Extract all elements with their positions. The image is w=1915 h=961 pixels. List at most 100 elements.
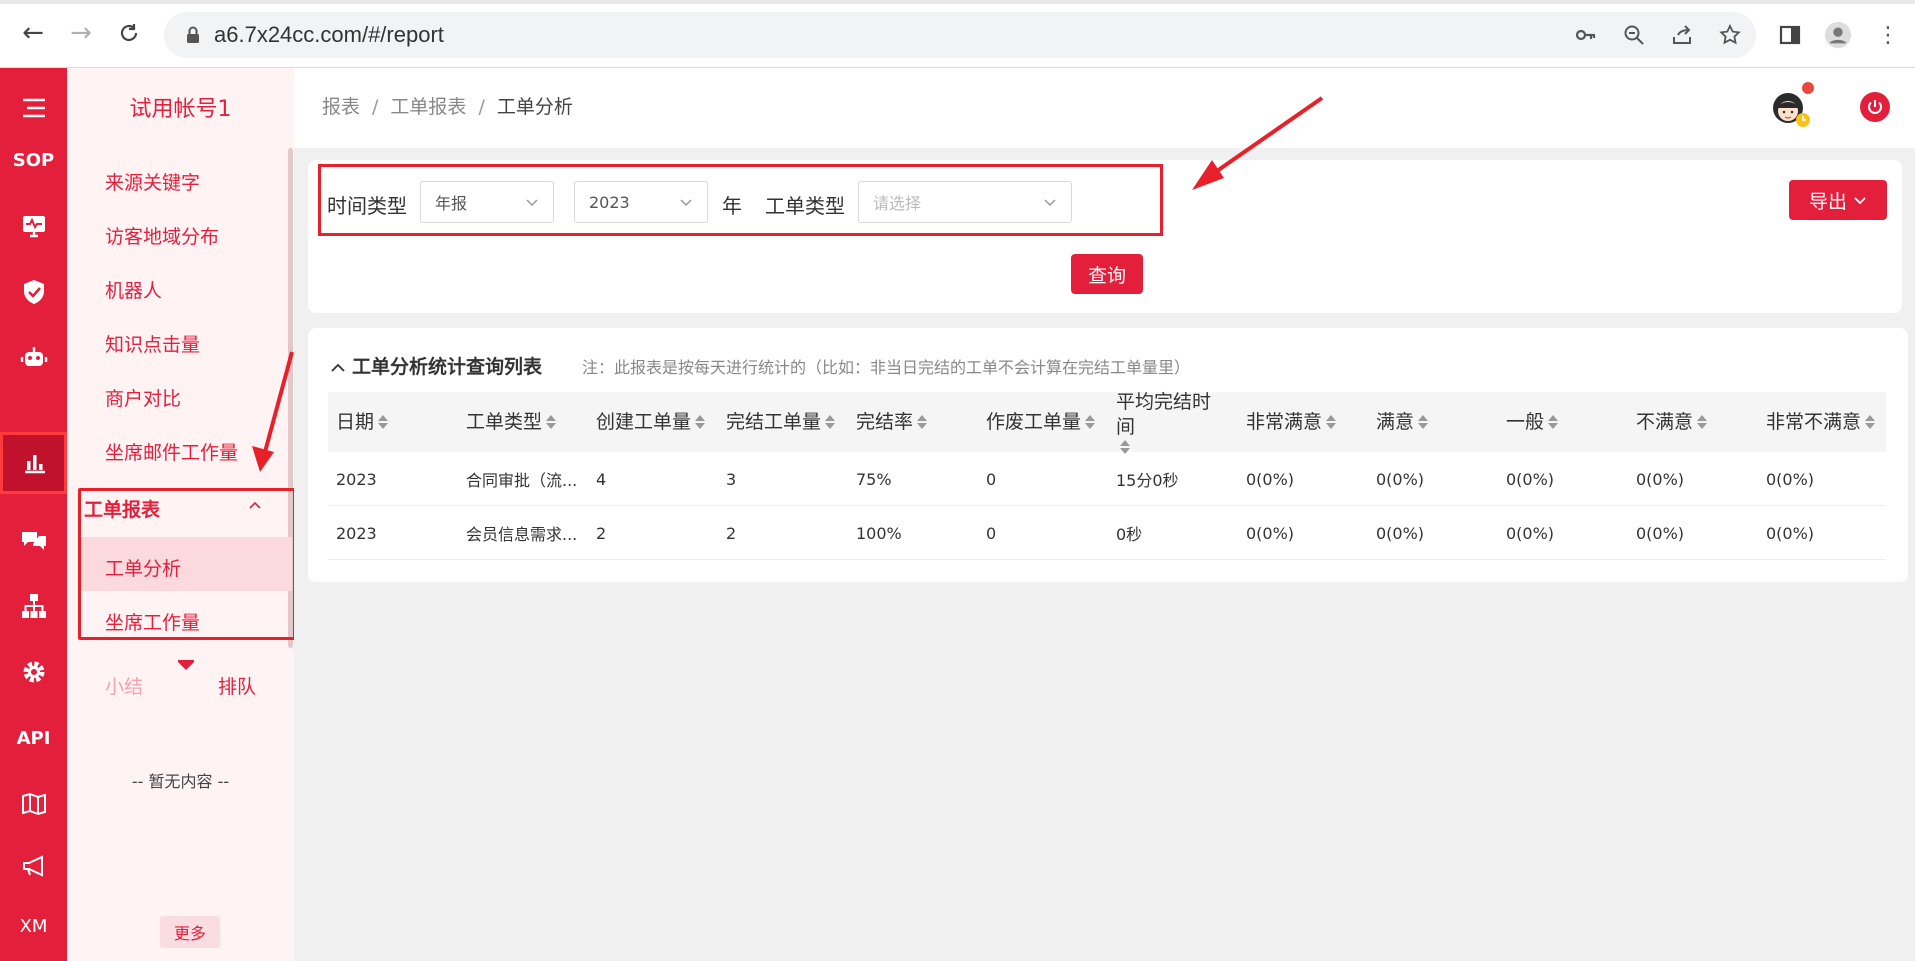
cell-unsatisfied: 0(0%) <box>1636 469 1685 489</box>
cell-created: 2 <box>596 523 607 543</box>
table-row[interactable]: 2023 会员信息需求... 2 2 100% 0 0秒 0(0%) 0(0%)… <box>328 506 1886 560</box>
cell-completion-rate: 100% <box>856 523 902 543</box>
sidebar-item-agent-mail-workload[interactable]: 坐席邮件工作量 <box>105 438 238 465</box>
sort-icon[interactable] <box>917 415 928 429</box>
lock-icon <box>187 26 199 43</box>
list-title[interactable]: 工单分析统计查询列表 <box>330 352 542 379</box>
filter-highlight-box <box>318 164 1163 236</box>
robot-icon[interactable] <box>0 330 67 386</box>
url-text[interactable]: a6.7x24cc.com/#/report <box>214 22 444 48</box>
col-voided[interactable]: 作废工单量 <box>978 392 1108 452</box>
stats-list-panel: 工单分析统计查询列表 注：此报表是按每天进行统计的（比如：非当日完结的工单不会计… <box>308 328 1908 582</box>
sort-icon[interactable] <box>546 415 557 429</box>
cell-voided: 0 <box>986 523 997 543</box>
sidebar-item-knowledge-clicks[interactable]: 知识点击量 <box>105 330 200 357</box>
sort-icon[interactable] <box>1548 415 1559 429</box>
address-bar[interactable]: a6.7x24cc.com/#/report <box>164 12 1756 58</box>
sort-icon[interactable] <box>695 415 706 429</box>
megaphone-icon[interactable] <box>0 838 67 894</box>
caret-bar <box>178 660 194 662</box>
query-button[interactable]: 查询 <box>1071 254 1143 294</box>
api-icon[interactable]: API <box>0 710 67 766</box>
breadcrumb-report[interactable]: 报表 <box>322 96 360 118</box>
sidebar-item-merchant-compare[interactable]: 商户对比 <box>105 384 181 411</box>
kebab-menu-icon[interactable]: ⋮ <box>1874 21 1902 49</box>
bookmark-star-icon[interactable] <box>1716 21 1744 49</box>
col-satisfied[interactable]: 满意 <box>1368 392 1498 452</box>
col-avg-completion-time[interactable]: 平均完结时间 <box>1108 391 1218 454</box>
col-neutral[interactable]: 一般 <box>1498 392 1628 452</box>
cell-satisfied: 0(0%) <box>1376 469 1425 489</box>
sort-icon[interactable] <box>378 415 389 429</box>
icon-rail: SOP API XM <box>0 68 67 961</box>
cell-ticket-type: 合同审批（流... <box>466 471 578 490</box>
sidebar-item-robot[interactable]: 机器人 <box>105 276 162 303</box>
col-completion-rate[interactable]: 完结率 <box>848 392 978 452</box>
reload-icon[interactable] <box>114 18 144 48</box>
col-ticket-type[interactable]: 工单类型 <box>458 392 588 452</box>
caret-down-icon <box>178 662 194 670</box>
zoom-out-icon[interactable] <box>1620 21 1648 49</box>
cell-avg-time: 15分0秒 <box>1116 471 1179 490</box>
chat-icon[interactable] <box>0 512 67 568</box>
col-very-satisfied[interactable]: 非常满意 <box>1238 392 1368 452</box>
share-icon[interactable] <box>1668 21 1696 49</box>
sidebar-toggle-icon[interactable] <box>1776 21 1804 49</box>
breadcrumb-ticket-analysis: 工单分析 <box>496 96 573 118</box>
cell-satisfied: 0(0%) <box>1376 523 1425 543</box>
sort-icon[interactable] <box>1326 415 1337 429</box>
tab-summary[interactable]: 小结 <box>105 672 143 699</box>
xm-icon[interactable]: XM <box>0 898 67 954</box>
col-created[interactable]: 创建工单量 <box>588 392 718 452</box>
back-icon[interactable]: ← <box>18 18 48 48</box>
col-completed[interactable]: 完结工单量 <box>718 392 848 452</box>
sidebar-item-source-keyword[interactable]: 来源关键字 <box>105 168 200 195</box>
sort-icon[interactable] <box>825 415 836 429</box>
browser-toolbar: ← → a6.7x24cc.com/#/report ⋮ <box>0 0 1915 68</box>
cell-very-satisfied: 0(0%) <box>1246 523 1295 543</box>
cell-voided: 0 <box>986 469 997 489</box>
book-icon[interactable] <box>0 776 67 832</box>
sidebar-item-visitor-region[interactable]: 访客地域分布 <box>105 222 219 249</box>
agent-avatar[interactable] <box>1768 82 1814 130</box>
col-unsatisfied[interactable]: 不满意 <box>1628 392 1758 452</box>
cell-avg-time: 0秒 <box>1116 525 1143 544</box>
chevron-down-icon <box>1854 197 1866 205</box>
sort-icon[interactable] <box>1085 415 1096 429</box>
table-row[interactable]: 2023 合同审批（流... 4 3 75% 0 15分0秒 0(0%) 0(0… <box>328 452 1886 506</box>
list-note: 注：此报表是按每天进行统计的（比如：非当日完结的工单不会计算在完结工单量里） <box>582 358 1191 377</box>
menu-icon[interactable] <box>0 80 67 136</box>
forward-icon[interactable]: → <box>66 18 96 48</box>
sort-icon[interactable] <box>1418 415 1429 429</box>
account-name: 试用帐号1 <box>129 97 232 122</box>
tab-strip <box>0 0 1915 4</box>
col-very-unsatisfied[interactable]: 非常不满意 <box>1758 392 1886 452</box>
cell-ticket-type: 会员信息需求... <box>466 525 578 544</box>
breadcrumb-ticket-report[interactable]: 工单报表 <box>390 96 466 118</box>
cell-completed: 2 <box>726 523 737 543</box>
export-button[interactable]: 导出 <box>1789 180 1887 220</box>
cell-very-unsatisfied: 0(0%) <box>1766 469 1815 489</box>
report-chart-icon[interactable] <box>0 432 67 494</box>
power-icon <box>1868 100 1882 114</box>
sop-icon[interactable]: SOP <box>0 132 67 188</box>
sort-icon[interactable] <box>1697 415 1708 429</box>
col-date[interactable]: 日期 <box>328 392 458 452</box>
monitor-icon[interactable] <box>0 198 67 254</box>
more-button[interactable]: 更多 <box>160 916 220 948</box>
chevron-up-icon[interactable] <box>330 361 346 375</box>
key-icon[interactable] <box>1572 21 1600 49</box>
cell-completed: 3 <box>726 469 737 489</box>
cell-completion-rate: 75% <box>856 469 892 489</box>
org-tree-icon[interactable] <box>0 578 67 634</box>
cell-created: 4 <box>596 469 607 489</box>
cell-date: 2023 <box>336 469 377 489</box>
tab-queue[interactable]: 排队 <box>218 672 256 699</box>
breadcrumb: 报表 / 工单报表 / 工单分析 <box>322 96 573 118</box>
sort-icon[interactable] <box>1865 415 1876 429</box>
profile-icon[interactable] <box>1824 21 1852 49</box>
settings-icon[interactable] <box>0 644 67 700</box>
shield-icon[interactable] <box>0 264 67 320</box>
logout-button[interactable] <box>1860 92 1890 122</box>
top-bar: 报表 / 工单报表 / 工单分析 <box>294 68 1915 148</box>
